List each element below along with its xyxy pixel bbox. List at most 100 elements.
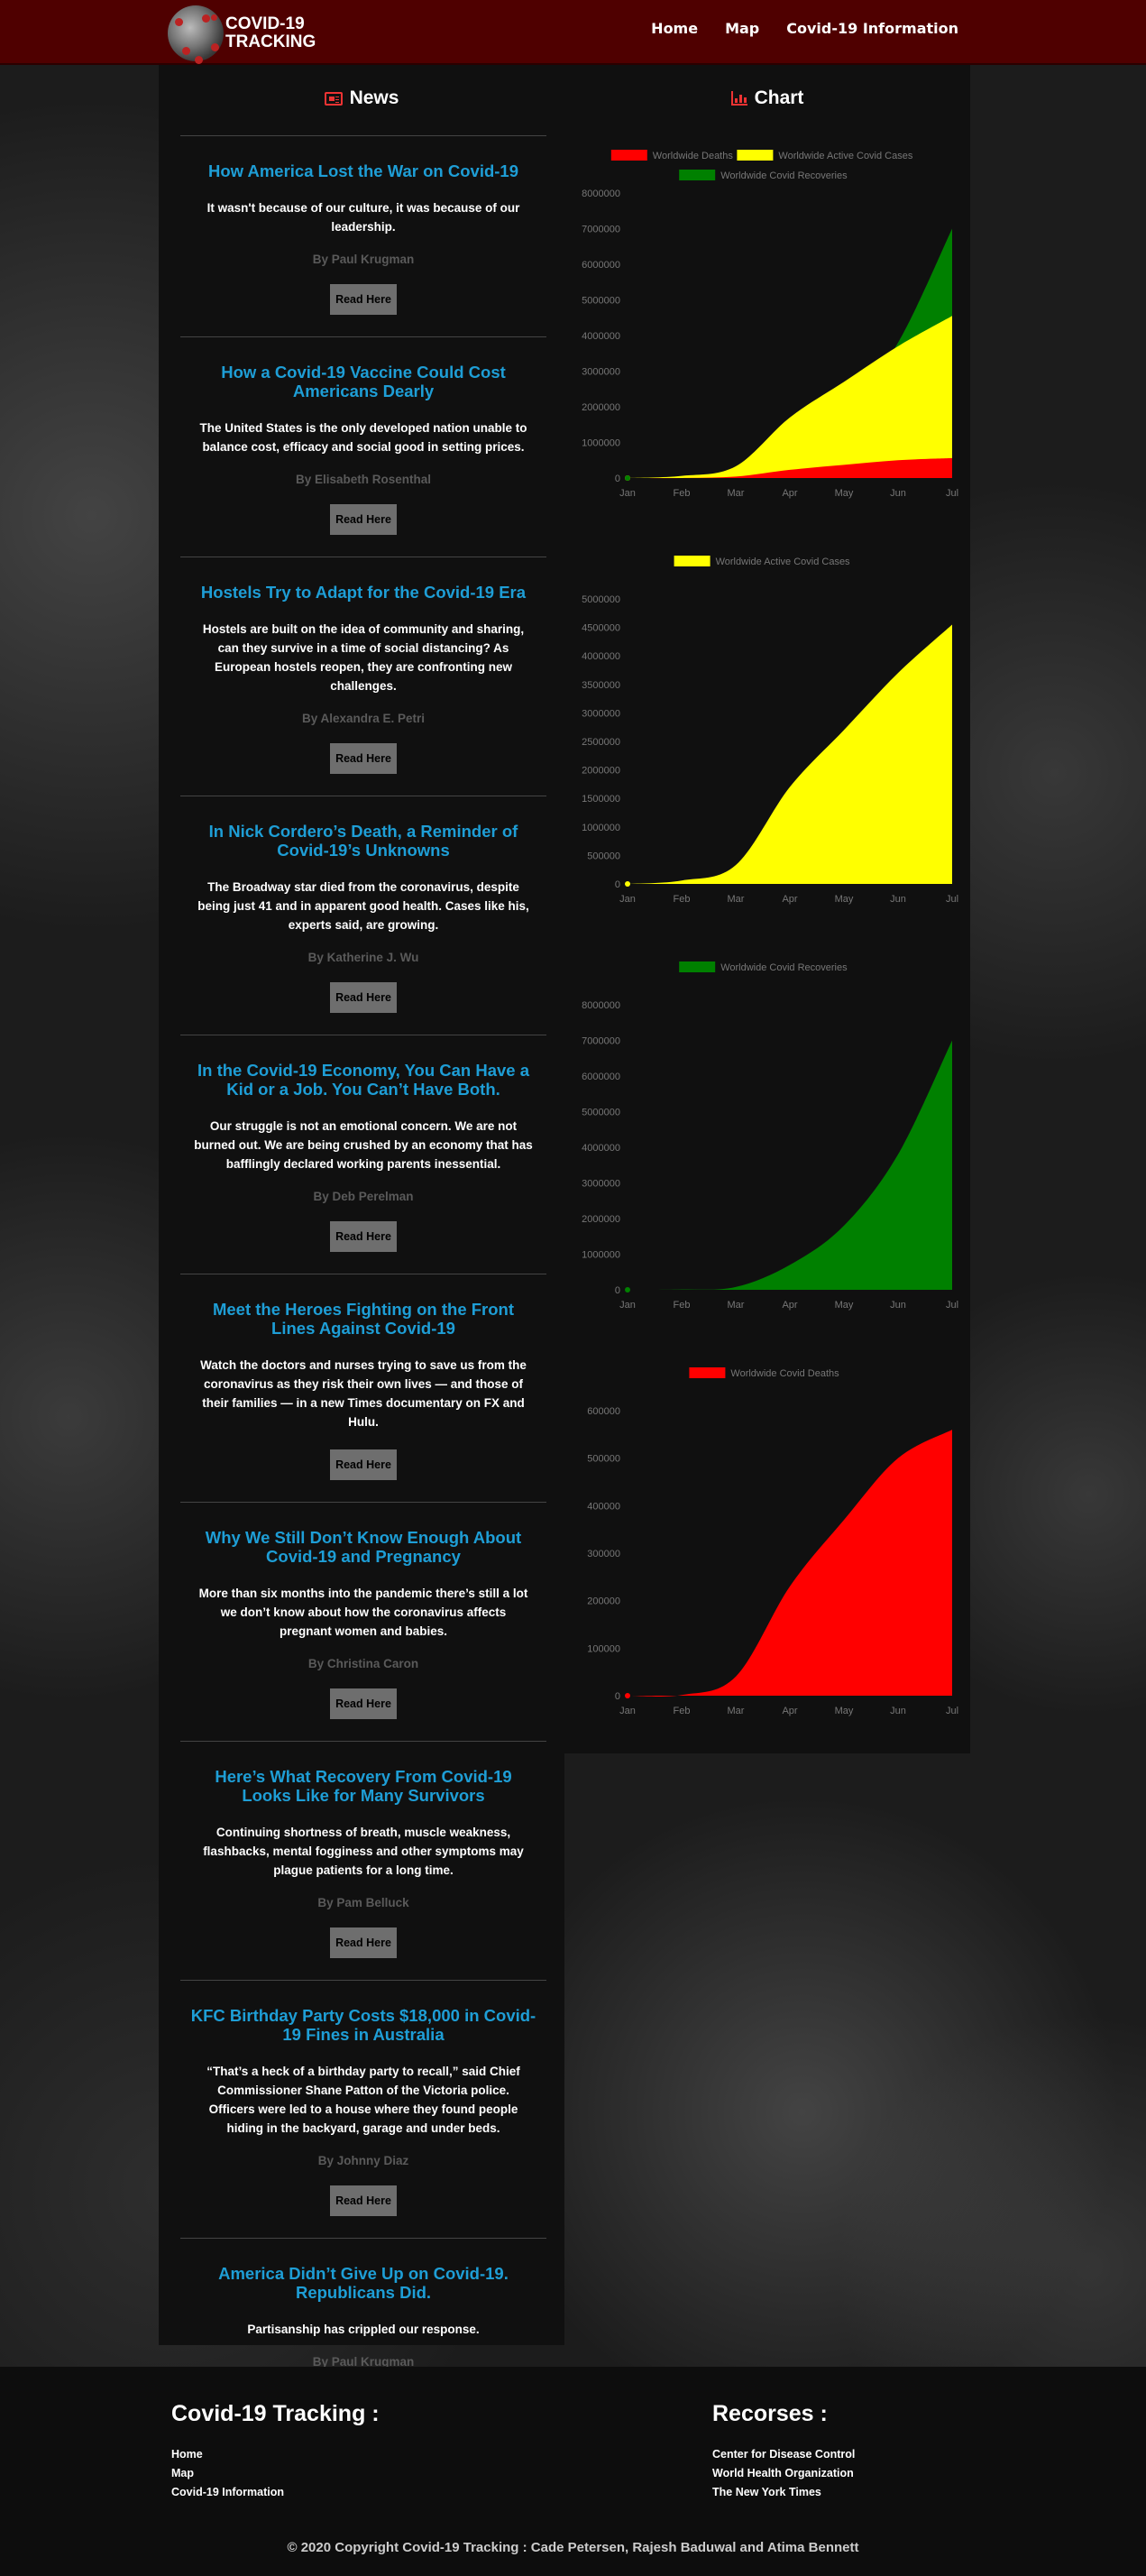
y-tick-label: 4000000 bbox=[582, 331, 620, 342]
read-here-button[interactable]: Read Here bbox=[330, 1221, 397, 1252]
article-title-link[interactable]: KFC Birthday Party Costs $18,000 in Covi… bbox=[180, 2006, 546, 2044]
footer-link-map[interactable]: Map bbox=[171, 2467, 194, 2479]
article-title-link[interactable]: America Didn’t Give Up on Covid-19. Repu… bbox=[180, 2264, 546, 2302]
article-author: By Alexandra E. Petri bbox=[301, 712, 426, 725]
read-here-button[interactable]: Read Here bbox=[330, 2185, 397, 2216]
article-title-link[interactable]: How a Covid-19 Vaccine Could Cost Americ… bbox=[180, 363, 546, 400]
article-summary: It wasn't because of our culture, it was… bbox=[206, 201, 520, 234]
article-summary: More than six months into the pandemic t… bbox=[198, 1587, 528, 1638]
news-panel: News How America Lost the War on Covid-1… bbox=[159, 65, 564, 2417]
resource-link-nyt[interactable]: The New York Times bbox=[712, 2486, 821, 2498]
article-title-link[interactable]: Why We Still Don’t Know Enough About Cov… bbox=[180, 1528, 546, 1566]
footer-link-covid-information[interactable]: Covid-19 Information bbox=[171, 2486, 284, 2498]
article-summary: The United States is the only developed … bbox=[199, 421, 527, 454]
newspaper-icon bbox=[324, 91, 343, 106]
x-tick-label: Jun bbox=[890, 894, 906, 905]
deaths-chart: Worldwide Covid Deaths 0 100000 200000 30000… bbox=[587, 1367, 958, 1716]
x-tick-label: Apr bbox=[782, 1706, 797, 1716]
copyright: © 2020 Copyright Covid-19 Tracking : Cad… bbox=[287, 2540, 859, 2555]
footer-link-item: Home bbox=[171, 2445, 380, 2464]
footer-title: Covid-19 Tracking : bbox=[171, 2401, 380, 2426]
nav-links: Home Map Covid-19 Information bbox=[651, 20, 958, 37]
footer-site-column: Covid-19 Tracking : Home Map Covid-19 In… bbox=[171, 2401, 380, 2502]
news-article: Why We Still Don’t Know Enough About Cov… bbox=[180, 1502, 546, 1741]
x-tick-label: Feb bbox=[674, 894, 691, 905]
y-tick-label: 3500000 bbox=[582, 680, 620, 691]
news-article: In the Covid-19 Economy, You Can Have a … bbox=[180, 1035, 546, 1274]
y-tick-label: 600000 bbox=[587, 1406, 620, 1417]
read-here-button[interactable]: Read Here bbox=[330, 284, 397, 315]
brand-line-1: COVID-19 bbox=[225, 14, 305, 33]
article-author: By Paul Krugman bbox=[312, 253, 415, 266]
legend-swatch bbox=[610, 150, 647, 161]
chart-panel: Chart Worldwide Deaths Worldwide Active C… bbox=[564, 65, 970, 1753]
read-here-button[interactable]: Read Here bbox=[330, 1927, 397, 1958]
nav-home[interactable]: Home bbox=[651, 20, 698, 37]
resource-link-who[interactable]: World Health Organization bbox=[712, 2467, 854, 2479]
article-author: By Elisabeth Rosenthal bbox=[295, 473, 432, 486]
article-title-link[interactable]: Here’s What Recovery From Covid-19 Looks… bbox=[180, 1767, 546, 1805]
series-area bbox=[628, 624, 952, 884]
y-tick-label: 1000000 bbox=[582, 1250, 620, 1261]
active-cases-chart: Worldwide Active Covid Cases 0 500000 10000… bbox=[582, 556, 958, 905]
x-tick-label: Jan bbox=[619, 1300, 636, 1311]
data-point bbox=[625, 1287, 630, 1293]
y-tick-label: 6000000 bbox=[582, 1072, 620, 1082]
news-article: Meet the Heroes Fighting on the Front Li… bbox=[180, 1274, 546, 1502]
article-title-link[interactable]: In the Covid-19 Economy, You Can Have a … bbox=[180, 1061, 546, 1099]
x-tick-label: Jul bbox=[946, 1706, 958, 1716]
y-tick-label: 7000000 bbox=[582, 225, 620, 235]
navbar: COVID-19 TRACKING Home Map Covid-19 Info… bbox=[0, 0, 1146, 65]
x-tick-label: Jan bbox=[619, 1706, 636, 1716]
resource-link-cdc[interactable]: Center for Disease Control bbox=[712, 2448, 855, 2461]
nav-map[interactable]: Map bbox=[725, 20, 759, 37]
article-title-link[interactable]: Hostels Try to Adapt for the Covid-19 Er… bbox=[180, 583, 546, 602]
y-tick-label: 2000000 bbox=[582, 766, 620, 777]
news-article: Hostels Try to Adapt for the Covid-19 Er… bbox=[180, 557, 546, 796]
nav-covid-information[interactable]: Covid-19 Information bbox=[786, 20, 958, 37]
y-tick-label: 1000000 bbox=[582, 438, 620, 449]
x-tick-label: Apr bbox=[782, 488, 797, 499]
article-author: By Katherine J. Wu bbox=[307, 951, 419, 964]
area-chart-icon bbox=[730, 91, 747, 106]
legend-swatch bbox=[737, 150, 774, 161]
read-here-button[interactable]: Read Here bbox=[330, 1688, 397, 1719]
article-title-link[interactable]: How America Lost the War on Covid-19 bbox=[180, 161, 546, 180]
read-here-button[interactable]: Read Here bbox=[330, 743, 397, 774]
brand[interactable]: COVID-19 TRACKING bbox=[168, 5, 316, 62]
read-here-button[interactable]: Read Here bbox=[330, 982, 397, 1013]
resource-links: Center for Disease Control World Health … bbox=[712, 2445, 855, 2502]
article-title-link[interactable]: Meet the Heroes Fighting on the Front Li… bbox=[180, 1300, 546, 1338]
read-here-button[interactable]: Read Here bbox=[330, 1449, 397, 1480]
data-point bbox=[625, 1693, 630, 1698]
x-tick-label: Apr bbox=[782, 894, 797, 905]
footer-links: Home Map Covid-19 Information bbox=[171, 2445, 380, 2502]
x-tick-label: May bbox=[835, 488, 854, 499]
combined-chart: Worldwide Deaths Worldwide Active Covid C… bbox=[582, 150, 958, 499]
news-heading: News bbox=[159, 85, 564, 112]
x-tick-label: May bbox=[835, 1300, 854, 1311]
x-tick-label: May bbox=[835, 894, 854, 905]
brand-text: COVID-19 TRACKING bbox=[225, 15, 316, 51]
x-tick-label: Feb bbox=[674, 488, 691, 499]
y-tick-label: 7000000 bbox=[582, 1036, 620, 1047]
footer: Covid-19 Tracking : Home Map Covid-19 In… bbox=[0, 2367, 1146, 2576]
x-tick-label: May bbox=[835, 1706, 854, 1716]
article-summary: “That’s a heck of a birthday party to re… bbox=[206, 2065, 520, 2135]
article-summary: Partisanship has crippled our response. bbox=[247, 2323, 480, 2336]
footer-link-home[interactable]: Home bbox=[171, 2448, 203, 2461]
article-author: By Christina Caron bbox=[307, 1657, 419, 1670]
y-tick-label: 5000000 bbox=[582, 594, 620, 605]
article-title-link[interactable]: In Nick Cordero’s Death, a Reminder of C… bbox=[180, 822, 546, 860]
x-tick-label: Feb bbox=[674, 1706, 691, 1716]
read-here-button[interactable]: Read Here bbox=[330, 504, 397, 535]
y-tick-label: 500000 bbox=[587, 1454, 620, 1465]
y-tick-label: 2500000 bbox=[582, 737, 620, 748]
news-article: Here’s What Recovery From Covid-19 Looks… bbox=[180, 1741, 546, 1980]
data-point bbox=[625, 881, 630, 887]
article-author: By Deb Perelman bbox=[313, 1190, 414, 1203]
y-tick-label: 5000000 bbox=[582, 296, 620, 307]
footer-resources-column: Recorses : Center for Disease Control Wo… bbox=[712, 2401, 855, 2502]
article-summary: Watch the doctors and nurses trying to s… bbox=[200, 1358, 527, 1429]
x-tick-label: Apr bbox=[782, 1300, 797, 1311]
